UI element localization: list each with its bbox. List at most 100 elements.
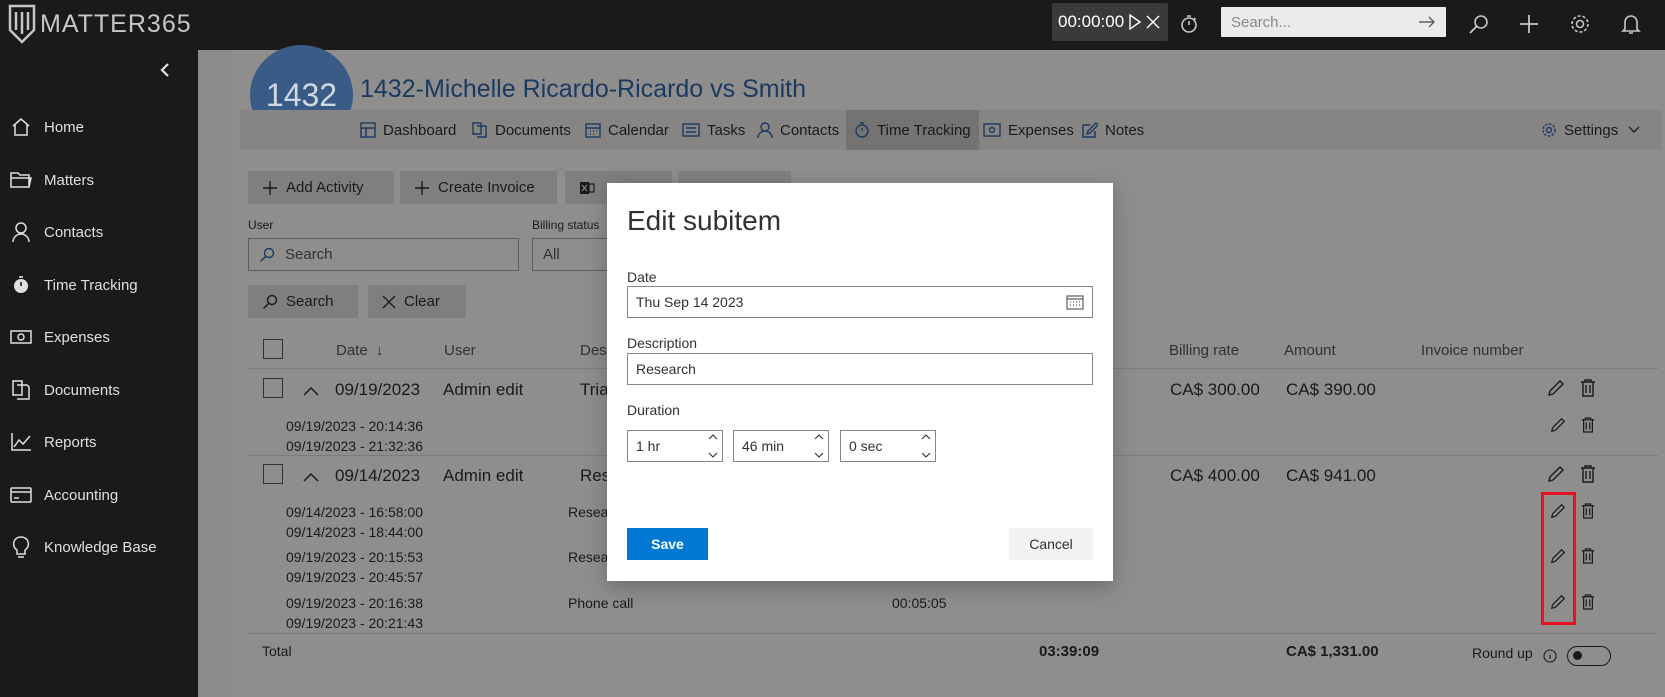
arrow-right-icon[interactable]: [1418, 15, 1436, 29]
sidebar-item-accounting[interactable]: Accounting: [0, 475, 198, 515]
calendar-icon[interactable]: [1066, 294, 1084, 313]
billing-status-select[interactable]: All: [532, 238, 612, 271]
add-activity-button[interactable]: Add Activity: [248, 171, 394, 204]
edit-pencil-icon[interactable]: [1548, 415, 1568, 435]
hours-spinner[interactable]: 1 hr: [627, 430, 723, 462]
save-button[interactable]: Save: [627, 528, 708, 560]
plus-icon: [262, 180, 278, 196]
minutes-spinner[interactable]: 46 min: [733, 430, 829, 462]
search-button-label: Search: [286, 293, 334, 310]
row-user: Admin edit: [443, 466, 524, 485]
edit-pencil-icon[interactable]: [1546, 378, 1566, 398]
spin-arrows[interactable]: [813, 433, 825, 459]
sidebar-item-label: Contacts: [44, 223, 104, 241]
search-icon[interactable]: [1466, 11, 1492, 37]
sidebar-item-label: Knowledge Base: [44, 538, 157, 556]
global-search-input[interactable]: Search...: [1221, 7, 1446, 37]
subitem-start-time: 09/19/2023 - 20:16:38: [286, 595, 424, 611]
chevron-down-icon[interactable]: [814, 452, 824, 459]
sidebar-item-documents[interactable]: Documents: [0, 370, 198, 410]
create-invoice-label: Create Invoice: [438, 179, 535, 196]
search-button[interactable]: Search: [248, 285, 358, 318]
trash-icon[interactable]: [1578, 415, 1598, 435]
cancel-button[interactable]: Cancel: [1009, 528, 1093, 560]
chevron-up-icon[interactable]: [921, 433, 931, 440]
timer-widget: 00:00:00: [1052, 3, 1168, 41]
chevron-down-icon[interactable]: [921, 452, 931, 459]
collapse-sidebar-icon[interactable]: [155, 60, 175, 80]
app-logo[interactable]: MATTER365: [8, 2, 192, 46]
user-search-input[interactable]: Search: [248, 238, 519, 271]
column-header-label: Date: [336, 342, 368, 359]
tab-contacts[interactable]: Contacts: [757, 110, 839, 150]
row-description: Res: [580, 466, 611, 485]
calendar-icon: [585, 122, 601, 138]
person-icon: [757, 121, 773, 139]
close-icon[interactable]: [1145, 14, 1161, 30]
trash-icon[interactable]: [1578, 464, 1598, 484]
row-date: 09/19/2023: [335, 380, 421, 399]
info-icon[interactable]: [1540, 646, 1560, 666]
settings-dropdown[interactable]: Settings: [1541, 110, 1640, 150]
sidebar-item-time-tracking[interactable]: Time Tracking: [0, 265, 198, 305]
row-checkbox[interactable]: [263, 378, 283, 398]
spin-arrows[interactable]: [707, 433, 719, 459]
play-icon[interactable]: [1128, 14, 1142, 30]
tab-notes[interactable]: Notes: [1082, 110, 1144, 150]
sidebar-item-matters[interactable]: Matters: [0, 160, 198, 200]
chevron-up-icon[interactable]: [708, 433, 718, 440]
chevron-up-icon[interactable]: [301, 381, 321, 401]
sidebar-item-expenses[interactable]: Expenses: [0, 317, 198, 357]
round-up-toggle[interactable]: [1567, 646, 1611, 666]
row-user: Admin edit: [443, 380, 524, 399]
clear-button[interactable]: Clear: [368, 285, 466, 318]
trash-icon[interactable]: [1578, 501, 1598, 521]
tab-label: Expenses: [1008, 121, 1074, 139]
subitem-end-time: 09/19/2023 - 20:45:57: [286, 569, 424, 585]
spin-arrows[interactable]: [920, 433, 932, 459]
sidebar-item-reports[interactable]: Reports: [0, 422, 198, 462]
chevron-up-icon[interactable]: [301, 467, 321, 487]
plus-icon[interactable]: [1516, 11, 1542, 37]
create-invoice-button[interactable]: Create Invoice: [400, 171, 557, 204]
stopwatch-icon[interactable]: [1176, 11, 1202, 37]
tab-time-tracking[interactable]: Time Tracking: [846, 110, 979, 150]
column-header-date[interactable]: Date ↓: [336, 342, 383, 359]
plus-icon: [414, 180, 430, 196]
select-all-checkbox[interactable]: [263, 339, 283, 359]
column-header-user[interactable]: User: [444, 342, 476, 359]
gear-icon[interactable]: [1567, 11, 1593, 37]
trash-icon[interactable]: [1578, 378, 1598, 398]
sidebar-item-home[interactable]: Home: [0, 107, 198, 147]
date-label: Date: [627, 269, 657, 285]
card-icon: [10, 487, 32, 503]
column-header-billing-rate[interactable]: Billing rate: [1169, 342, 1239, 359]
date-value: Thu Sep 14 2023: [636, 294, 744, 310]
total-amount: CA$ 1,331.00: [1286, 643, 1379, 660]
row-billing-rate: CA$ 300.00: [1170, 380, 1260, 399]
row-checkbox[interactable]: [263, 464, 283, 484]
chevron-down-icon[interactable]: [708, 452, 718, 459]
tab-dashboard[interactable]: Dashboard: [360, 110, 456, 150]
column-header-invoice-number[interactable]: Invoice number: [1421, 342, 1524, 359]
bell-icon[interactable]: [1618, 11, 1644, 37]
tab-tasks[interactable]: Tasks: [682, 110, 745, 150]
description-input[interactable]: Research: [627, 353, 1093, 385]
tab-calendar[interactable]: Calendar: [585, 110, 669, 150]
column-header-amount[interactable]: Amount: [1284, 342, 1336, 359]
edit-pencil-icon[interactable]: [1546, 464, 1566, 484]
trash-icon[interactable]: [1578, 592, 1598, 612]
date-picker-input[interactable]: Thu Sep 14 2023: [627, 286, 1093, 318]
sidebar-item-label: Expenses: [44, 328, 110, 346]
trash-icon[interactable]: [1578, 546, 1598, 566]
tab-expenses[interactable]: Expenses: [983, 110, 1074, 150]
seconds-spinner[interactable]: 0 sec: [840, 430, 936, 462]
row-description: Tria: [580, 380, 609, 399]
tab-documents[interactable]: Documents: [472, 110, 571, 150]
subitem-start-time: 09/19/2023 - 20:15:53: [286, 549, 424, 565]
subitem-description: Phone call: [568, 595, 634, 611]
sidebar-item-label: Time Tracking: [44, 276, 138, 294]
sidebar-item-knowledge-base[interactable]: Knowledge Base: [0, 527, 198, 567]
sidebar-item-contacts[interactable]: Contacts: [0, 212, 198, 252]
chevron-up-icon[interactable]: [814, 433, 824, 440]
